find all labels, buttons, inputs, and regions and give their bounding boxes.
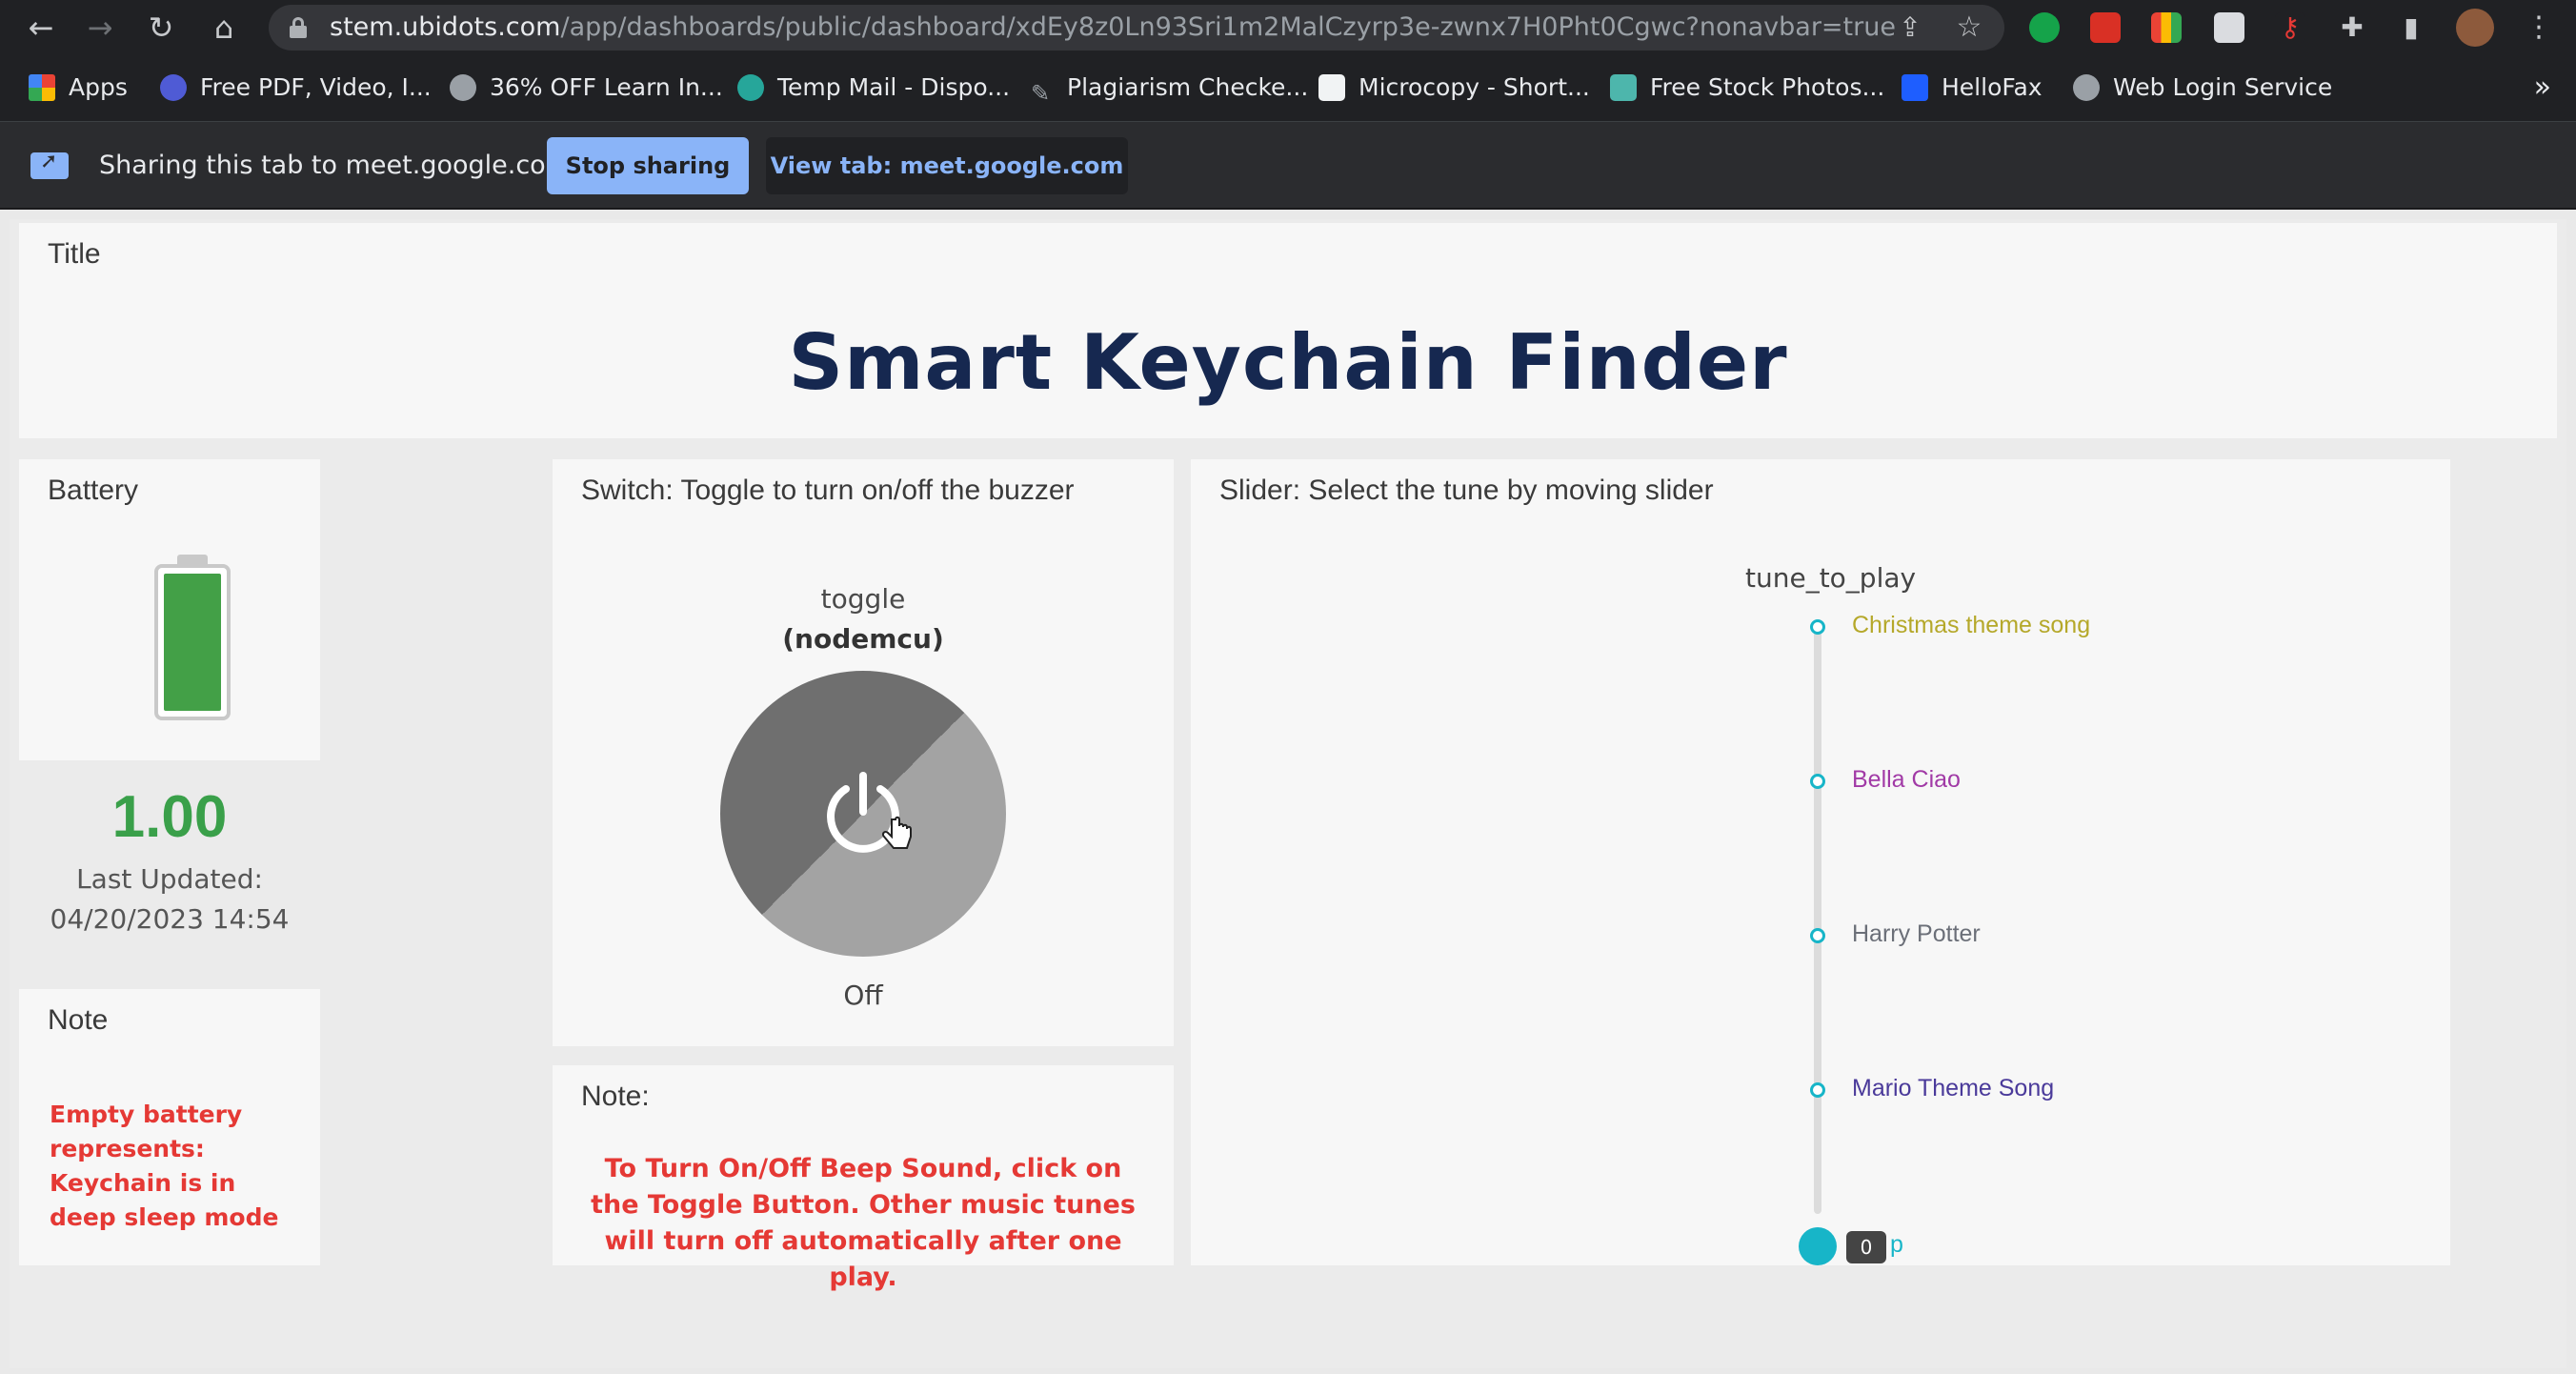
url-path: /app/dashboards/public/dashboard/xdEy8z0… — [560, 12, 1896, 42]
toggle-state: Off — [843, 980, 883, 1011]
title-widget: Title Smart Keychain Finder — [19, 223, 2557, 438]
tab-sharing-bar: Sharing this tab to meet.google.com Stop… — [0, 122, 2576, 210]
slider-handle[interactable] — [1799, 1227, 1837, 1265]
back-arrow-icon[interactable]: ← — [23, 10, 59, 46]
switch-note-text: To Turn On/Off Beep Sound, click on the … — [591, 1154, 1136, 1292]
tune-christmas-theme-song[interactable]: Christmas theme song — [1852, 612, 2090, 639]
side-panel-icon[interactable]: ▮ — [2393, 10, 2429, 46]
slider-value-badge: 0 — [1846, 1231, 1886, 1263]
temp-mail-icon — [737, 74, 764, 101]
last-updated-label: Last Updated: — [76, 863, 263, 895]
bookmark-free-pdf[interactable]: Free PDF, Video, I... — [160, 69, 432, 107]
screen-share-icon — [30, 150, 69, 179]
slider-widget: Slider: Select the tune by moving slider… — [1191, 459, 2450, 1265]
stop-sharing-button[interactable]: Stop sharing — [547, 137, 749, 194]
widget-title: Note: — [581, 1081, 650, 1112]
bookmark-web-login[interactable]: Web Login Service — [2073, 69, 2332, 107]
share-page-icon[interactable]: ⇪ — [1892, 10, 1928, 46]
bookmark-plagiarism[interactable]: ✎ Plagiarism Checke... — [1027, 69, 1308, 107]
bookmark-stock-photos[interactable]: Free Stock Photos... — [1610, 69, 1884, 107]
apps-grid-icon — [29, 74, 55, 101]
hand-cursor-icon — [882, 816, 912, 849]
bookmark-label: Free PDF, Video, I... — [200, 73, 432, 101]
battery-icon — [154, 555, 231, 720]
battery-note-text: Empty battery represents: Keychain is in… — [50, 1101, 279, 1231]
battery-level-fill — [164, 574, 221, 711]
pdf-site-icon — [160, 74, 187, 101]
battery-body: 1.00 Last Updated: 04/20/2023 14:54 — [19, 459, 320, 970]
variable-name: toggle — [820, 583, 906, 615]
bookmark-label: Plagiarism Checke... — [1067, 73, 1309, 101]
view-tab-button[interactable]: View tab: meet.google.com — [766, 137, 1128, 194]
lock-icon — [290, 17, 307, 38]
reload-icon[interactable]: ↻ — [143, 10, 179, 46]
bookmark-label: Free Stock Photos... — [1650, 73, 1885, 101]
bookmark-label: Microcopy - Short... — [1358, 73, 1590, 101]
tune-bella-ciao[interactable]: Bella Ciao — [1852, 766, 1961, 794]
bookmark-hellofax[interactable]: HelloFax — [1902, 69, 2043, 107]
browser-toolbar: ← → ↻ ⌂ stem.ubidots.com/app/dashboards/… — [0, 0, 2576, 55]
hellofax-icon — [1902, 74, 1928, 101]
bookmark-star-icon[interactable]: ☆ — [1951, 10, 1987, 46]
video-extension-icon[interactable] — [2090, 12, 2121, 43]
last-updated-time: 04/20/2023 14:54 — [50, 903, 290, 935]
bookmark-label: Web Login Service — [2113, 73, 2333, 101]
globe-icon — [2073, 74, 2100, 101]
bookmark-label: 36% OFF Learn In... — [490, 73, 723, 101]
bookmarks-overflow-icon[interactable]: » — [2534, 69, 2551, 107]
bookmark-apps[interactable]: Apps — [29, 69, 128, 107]
microcopy-icon — [1318, 74, 1345, 101]
forward-arrow-icon[interactable]: → — [82, 10, 118, 46]
widget-title: Note — [48, 1004, 109, 1036]
widget-title: Slider: Select the tune by moving slider — [1219, 475, 1714, 506]
home-icon[interactable]: ⌂ — [206, 10, 242, 46]
slider-stop-harry-potter[interactable] — [1810, 928, 1825, 943]
bookmarks-bar: Apps Free PDF, Video, I... 36% OFF Learn… — [0, 55, 2576, 122]
color-extension-icon[interactable] — [2151, 12, 2182, 43]
slider-variable-label: tune_to_play — [1745, 562, 1917, 594]
grammarly-icon[interactable] — [2029, 12, 2060, 43]
device-name: (nodemcu) — [782, 623, 944, 655]
toggle-variable-label: toggle (nodemcu) — [553, 579, 1174, 659]
profile-avatar[interactable] — [2456, 9, 2494, 47]
tune-beep-label[interactable]: p — [1890, 1231, 1903, 1259]
bookmark-label: HelloFax — [1942, 73, 2043, 101]
url-host: stem.ubidots.com — [330, 12, 561, 42]
slider-stop-christmas[interactable] — [1810, 619, 1825, 635]
menu-kebab-icon[interactable]: ⋮ — [2521, 10, 2557, 46]
switch-note-widget: Note: To Turn On/Off Beep Sound, click o… — [553, 1065, 1174, 1292]
battery-value: 1.00 — [111, 784, 228, 850]
globe-icon — [450, 74, 476, 101]
pen-icon: ✎ — [1030, 80, 1051, 107]
battery-note-widget: Note Empty battery represents: Keychain … — [19, 989, 320, 1265]
bookmark-label: Temp Mail - Dispo... — [777, 73, 1011, 101]
dashboard-heading: Smart Keychain Finder — [788, 318, 1788, 407]
switch-widget: Switch: Toggle to turn on/off the buzzer… — [553, 459, 1174, 1046]
bookmark-microcopy[interactable]: Microcopy - Short... — [1318, 69, 1590, 107]
extensions-puzzle-icon[interactable]: ✚ — [2334, 10, 2370, 46]
key-extension-icon[interactable]: ⚷ — [2275, 12, 2305, 43]
stock-photos-icon — [1610, 74, 1637, 101]
bookmark-label: Apps — [69, 73, 128, 101]
bookmark-learn[interactable]: 36% OFF Learn In... — [450, 69, 723, 107]
url-text[interactable]: stem.ubidots.com/app/dashboards/public/d… — [330, 5, 1949, 51]
slider-stop-bella-ciao[interactable] — [1810, 774, 1825, 789]
power-toggle-button[interactable] — [720, 671, 1006, 957]
slider-track[interactable] — [1814, 623, 1821, 1214]
bookmark-temp-mail[interactable]: Temp Mail - Dispo... — [737, 69, 1010, 107]
document-extension-icon[interactable] — [2214, 12, 2244, 43]
widget-title: Title — [48, 238, 101, 270]
slider-stop-mario[interactable] — [1810, 1082, 1825, 1098]
tune-mario-theme-song[interactable]: Mario Theme Song — [1852, 1075, 2054, 1102]
sharing-message: Sharing this tab to meet.google.com — [99, 151, 571, 180]
address-bar[interactable]: stem.ubidots.com/app/dashboards/public/d… — [269, 5, 2004, 51]
dashboard: Title Smart Keychain Finder Battery 1.00… — [10, 219, 2566, 1368]
tune-harry-potter[interactable]: Harry Potter — [1852, 920, 1981, 948]
widget-title: Switch: Toggle to turn on/off the buzzer — [581, 475, 1075, 506]
battery-last-updated: Last Updated: 04/20/2023 14:54 — [19, 859, 320, 940]
